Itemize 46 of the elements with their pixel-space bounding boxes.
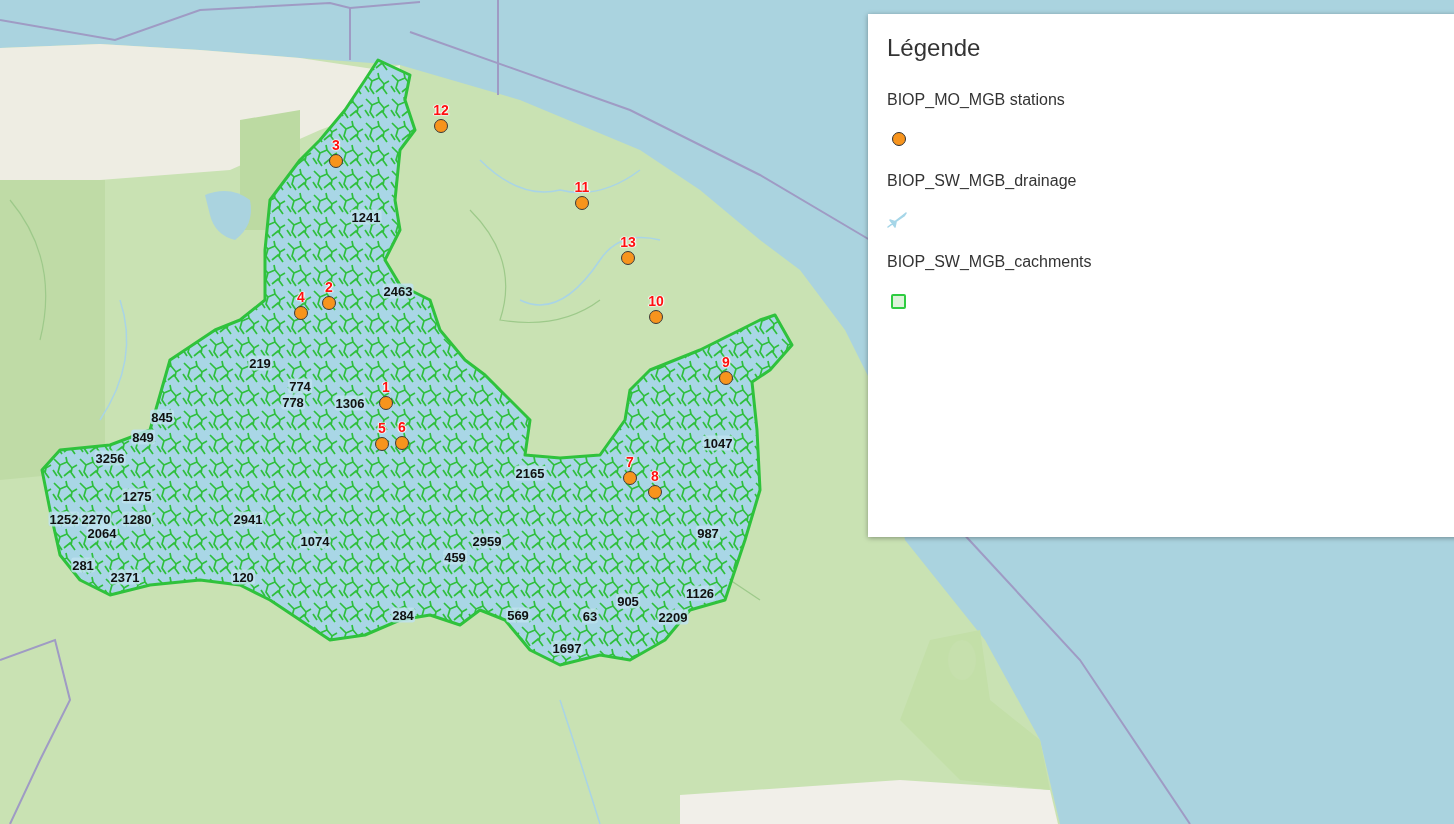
square-symbol-icon — [891, 293, 906, 309]
catchment-label: 2064 — [86, 525, 118, 541]
catchment-label: 845 — [150, 409, 174, 425]
catchment-label: 2270 — [80, 511, 112, 527]
catchment-label: 459 — [443, 549, 467, 565]
catchment-label: 3256 — [94, 450, 126, 466]
station-label: 2 — [325, 280, 333, 294]
legend-title: Légende — [887, 33, 981, 62]
catchment-label: 569 — [506, 607, 530, 623]
catchment-label: 1241 — [350, 209, 382, 225]
station-label: 13 — [620, 235, 636, 249]
catchment-label: 987 — [696, 525, 720, 541]
station-label: 12 — [433, 103, 449, 117]
legend-item-label: BIOP_MO_MGB stations — [887, 90, 1065, 109]
station-label: 1 — [382, 380, 390, 394]
catchment-label: 1252 — [48, 511, 80, 527]
catchment-label: 2371 — [109, 569, 141, 585]
catchment-label: 1047 — [702, 435, 734, 451]
catchment-label: 281 — [71, 557, 95, 573]
catchment-label: 63 — [581, 608, 599, 624]
catchment-label: 778 — [281, 394, 305, 410]
catchment-label: 2165 — [514, 465, 546, 481]
station-label: 11 — [574, 180, 590, 194]
catchment-label: 2209 — [657, 609, 689, 625]
catchment-label: 2941 — [232, 511, 264, 527]
catchment-label: 1280 — [121, 511, 153, 527]
catchment-label: 905 — [616, 593, 640, 609]
catchment-label: 1126 — [684, 585, 716, 601]
legend-item-label: BIOP_SW_MGB_drainage — [887, 171, 1077, 190]
catchment-label: 120 — [231, 569, 255, 585]
catchment-label: 1074 — [299, 533, 331, 549]
catchment-label: 284 — [391, 607, 415, 623]
catchment-label: 219 — [248, 355, 272, 371]
river-line-icon — [887, 212, 907, 228]
station-label: 3 — [332, 138, 340, 152]
legend-item-label: BIOP_SW_MGB_cachments — [887, 252, 1092, 271]
catchment-label: 1697 — [551, 640, 583, 656]
catchment-label: 774 — [288, 378, 312, 394]
station-label: 9 — [722, 355, 730, 369]
catchment-label: 1275 — [121, 488, 153, 504]
station-label: 10 — [648, 294, 664, 308]
catchment-label: 849 — [131, 429, 155, 445]
circle-marker-icon — [892, 132, 906, 146]
catchment-label: 2959 — [471, 533, 503, 549]
catchment-label: 1306 — [334, 395, 366, 411]
catchment-label: 2463 — [382, 283, 414, 299]
